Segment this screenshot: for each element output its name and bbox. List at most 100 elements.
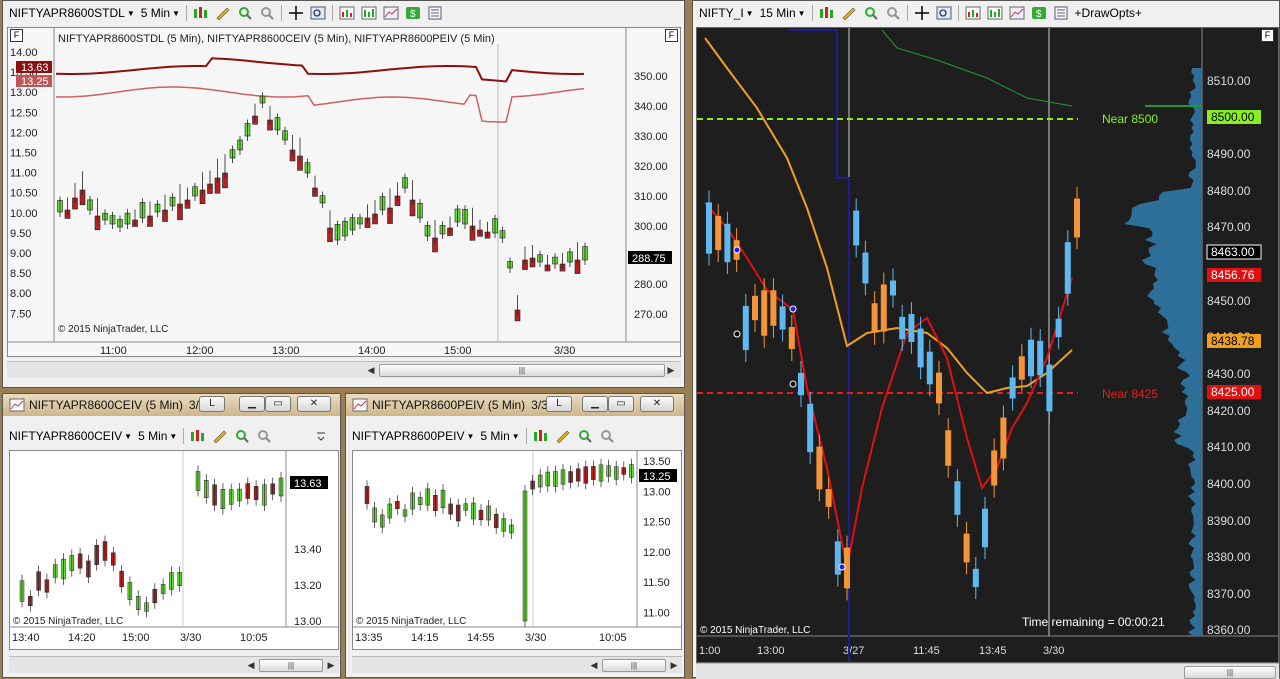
interval-selector[interactable]: 5 Min ▼: [138, 429, 177, 443]
draw-opts-button[interactable]: +DrawOpts+: [1075, 6, 1142, 20]
close-button[interactable]: ✕: [640, 396, 674, 412]
minimize-button[interactable]: ▁: [239, 396, 265, 412]
properties-icon[interactable]: [1053, 6, 1069, 20]
legend-text: NIFTYAPR8600STDL (5 Min), NIFTYAPR8600CE…: [58, 33, 495, 45]
nifty-toolbar: NIFTY_I ▼ 15 Min ▼ $ +DrawOpts+: [693, 1, 1279, 25]
search-icon[interactable]: [936, 6, 952, 20]
pe-x-tick-label: 14:15: [411, 632, 439, 644]
pe-x-tick-label: 13:35: [355, 632, 383, 644]
f-button[interactable]: F: [10, 29, 23, 42]
instrument-selector[interactable]: NIFTYAPR8600PEIV ▼: [352, 429, 474, 443]
link-button[interactable]: L: [199, 396, 225, 412]
zoom-out-icon[interactable]: [885, 6, 901, 20]
scrollbar-thumb[interactable]: |||: [602, 659, 666, 672]
chart-window-icon: [9, 398, 25, 412]
chart-window-icon: [352, 398, 368, 412]
horizontal-scrollbar[interactable]: |||: [696, 663, 1279, 679]
pencil-icon[interactable]: [555, 429, 571, 444]
zoom-in-icon[interactable]: [863, 6, 879, 20]
pencil-icon[interactable]: [841, 6, 857, 21]
instrument-selector[interactable]: NIFTY_I ▼: [699, 6, 754, 20]
interval-selector[interactable]: 5 Min ▼: [480, 429, 519, 443]
nifty-x-tick-label: 11:45: [913, 645, 940, 657]
search-icon[interactable]: [310, 6, 326, 20]
f-button-right[interactable]: F: [665, 29, 678, 42]
bar-style-icon[interactable]: [819, 6, 835, 20]
interval-selector[interactable]: 15 Min ▼: [760, 6, 806, 20]
properties-icon[interactable]: [427, 6, 443, 20]
strategies-icon[interactable]: [361, 6, 377, 20]
pe-plot-area[interactable]: 13.50 13.00 12.50 12.00 11.50 11.00 13:35 14:1…: [352, 450, 682, 650]
ce-x-tick-label: 3/30: [180, 632, 201, 644]
dollar-icon[interactable]: $: [405, 6, 421, 20]
dollar-icon[interactable]: $: [1031, 6, 1047, 20]
pencil-icon[interactable]: [215, 6, 231, 21]
scrollbar-thumb[interactable]: |||: [259, 659, 323, 672]
scroll-right-icon[interactable]: ▶: [668, 659, 680, 672]
interval-selector[interactable]: 5 Min ▼: [141, 6, 180, 20]
strategies-icon[interactable]: [987, 6, 1003, 20]
chart-trader-icon[interactable]: [1009, 6, 1025, 20]
left-axis-tick-label: 10.00: [10, 208, 38, 220]
copyright-text: © 2015 NinjaTrader, LLC: [356, 616, 466, 627]
bar-style-icon[interactable]: [190, 429, 206, 443]
close-button[interactable]: ✕: [297, 396, 331, 412]
instrument-selector[interactable]: NIFTYAPR8600STDL ▼: [9, 6, 135, 20]
pe-axis-tick-label: 13.00: [643, 486, 671, 498]
crosshair-icon[interactable]: [288, 6, 304, 20]
scrollbar-thumb[interactable]: |||: [379, 364, 665, 377]
maximize-button[interactable]: ▭: [265, 396, 291, 412]
pe-chart-window: NIFTYAPR8600PEIV (5 Min) 3/3 L ▁ ▭ ✕ NIF…: [345, 393, 685, 678]
zoom-out-icon[interactable]: [259, 6, 275, 20]
zoom-in-icon[interactable]: [237, 6, 253, 20]
horizontal-scrollbar[interactable]: ◀ ||| ▶: [352, 656, 682, 673]
pe-x-tick-label: 10:05: [599, 632, 627, 644]
left-axis-tick-label: 7.50: [10, 308, 31, 320]
scroll-right-icon[interactable]: ▶: [665, 364, 677, 377]
nifty-x-tick-label: 13:45: [979, 645, 1007, 657]
minimize-button[interactable]: ▁: [582, 396, 608, 412]
pencil-icon[interactable]: [212, 429, 228, 444]
indicators-icon[interactable]: [965, 6, 981, 20]
scroll-right-icon[interactable]: ▶: [325, 659, 337, 672]
nifty-axis-tick-label: 8490.00: [1207, 147, 1251, 161]
main-x-tick-label: 14:00: [358, 345, 386, 356]
scroll-left-icon[interactable]: ◀: [245, 659, 257, 672]
zoom-out-icon[interactable]: [256, 429, 272, 443]
scroll-left-icon[interactable]: ◀: [365, 364, 377, 377]
left-axis-tick-label: 14.00: [10, 47, 38, 59]
toolbar-overflow-icon[interactable]: [316, 429, 332, 443]
ce-plot-area[interactable]: 13.40 13.20 13.00 13:40 14:20 15:00 3/30 10:05…: [9, 450, 339, 650]
separator: [281, 5, 283, 21]
pe-chart-svg: 13.50 13.00 12.50 12.00 11.50 11.00 13:35 14:1…: [353, 451, 681, 644]
tag-8438: 8438.78: [1207, 334, 1261, 348]
nifty-axis-tick-label: 8510.00: [1207, 74, 1251, 88]
zoom-out-icon[interactable]: [599, 429, 615, 443]
link-button[interactable]: L: [546, 396, 572, 412]
scrollbar-thumb[interactable]: |||: [1184, 666, 1276, 679]
tag-8500: 8500.00: [1207, 110, 1261, 124]
instrument-selector[interactable]: NIFTYAPR8600CEIV ▼: [9, 429, 132, 443]
bar-style-icon[interactable]: [533, 429, 549, 443]
zoom-in-icon[interactable]: [577, 429, 593, 443]
main-chart-svg: 14.0013.5013.0012.5012.0011.5011.0010.50…: [8, 28, 680, 357]
horizontal-scrollbar[interactable]: ◀ ||| ▶: [9, 656, 339, 673]
f-button[interactable]: F: [1261, 29, 1274, 42]
nifty-plot-area[interactable]: 8510.008490.008480.008470.008450.008440.…: [696, 27, 1279, 663]
separator: [957, 5, 959, 21]
crosshair-icon[interactable]: [914, 6, 930, 20]
right-axis-tick-label: 300.00: [634, 221, 668, 233]
left-axis-tick-label: 8.50: [10, 268, 31, 280]
main-plot-area[interactable]: 14.00 13.50 13.00 12.50 12.00 11.50 11.00 10.50…: [7, 27, 681, 357]
ce-x-tick-label: 10:05: [240, 632, 268, 644]
bar-style-icon[interactable]: [193, 6, 209, 20]
maximize-button[interactable]: ▭: [608, 396, 634, 412]
scroll-left-icon[interactable]: ◀: [588, 659, 600, 672]
left-axis-tick-label: 8.00: [10, 288, 31, 300]
pe-tag: 13.25: [639, 469, 677, 483]
indicators-icon[interactable]: [339, 6, 355, 20]
horizontal-scrollbar[interactable]: ◀ ||| ▶: [7, 361, 681, 378]
zoom-in-icon[interactable]: [234, 429, 250, 443]
chart-trader-icon[interactable]: [383, 6, 399, 20]
interval-label: 5 Min: [480, 429, 510, 443]
